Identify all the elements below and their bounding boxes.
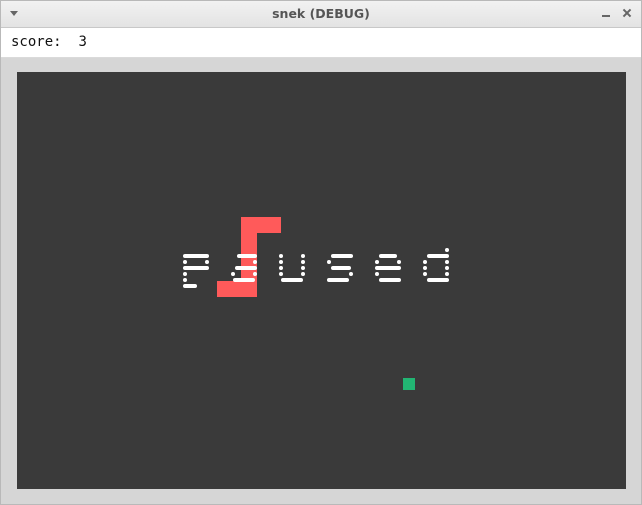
paused-letter-stripe — [427, 278, 449, 282]
paused-letter-stripe — [375, 272, 379, 276]
paused-letter-stripe — [183, 254, 209, 258]
paused-letter-stripe — [423, 272, 427, 276]
paused-letter-stripe — [349, 272, 353, 276]
paused-letter-stripe — [183, 278, 187, 282]
paused-letter-stripe — [233, 278, 255, 282]
paused-letter-stripe — [445, 266, 449, 270]
paused-letter-stripe — [379, 278, 401, 282]
title-bar[interactable]: snek (DEBUG) — [1, 1, 641, 28]
snake-segment — [217, 281, 257, 297]
paused-letter-stripe — [445, 248, 449, 252]
paused-letter-stripe — [279, 266, 283, 270]
paused-letter-stripe — [327, 278, 349, 282]
paused-letter-stripe — [301, 272, 305, 276]
paused-letter-stripe — [183, 272, 187, 276]
paused-letter-stripe — [331, 254, 353, 258]
paused-letter-stripe — [427, 254, 449, 258]
paused-letter-stripe — [183, 284, 197, 288]
paused-letter-stripe — [301, 260, 305, 264]
paused-letter-stripe — [237, 254, 257, 258]
paused-letter-stripe — [423, 260, 427, 264]
paused-letter-stripe — [375, 260, 379, 264]
paused-letter-stripe — [301, 254, 305, 258]
paused-letter-stripe — [445, 260, 449, 264]
paused-letter-stripe — [279, 260, 283, 264]
paused-letter-stripe — [423, 266, 427, 270]
paused-letter-stripe — [253, 272, 257, 276]
close-icon[interactable] — [620, 6, 634, 20]
score-value: 3 — [78, 34, 87, 50]
app-window: snek (DEBUG) score: 3 paused — [0, 0, 642, 505]
score-bar: score: 3 — [1, 28, 641, 58]
window-title: snek (DEBUG) — [272, 6, 370, 21]
score-display: score: 3 — [11, 34, 87, 50]
paused-letter-stripe — [375, 266, 401, 270]
paused-letter-stripe — [331, 266, 351, 270]
score-label: score: — [11, 34, 62, 50]
paused-letter-stripe — [281, 278, 303, 282]
paused-letter-stripe — [253, 260, 257, 264]
minimize-icon[interactable] — [599, 6, 613, 20]
paused-letter-stripe — [183, 260, 187, 264]
game-canvas[interactable]: paused — [17, 72, 626, 489]
paused-letter-stripe — [379, 254, 397, 258]
paused-letter-stripe — [235, 266, 257, 270]
paused-letter-stripe — [327, 260, 331, 264]
paused-letter-stripe — [231, 272, 235, 276]
paused-letter-stripe — [397, 260, 401, 264]
paused-letter-stripe — [183, 266, 209, 270]
paused-letter-stripe — [445, 272, 449, 276]
paused-letter-stripe — [279, 272, 283, 276]
game-board: paused — [183, 217, 449, 390]
paused-letter-stripe — [279, 254, 283, 258]
paused-letter-stripe — [205, 260, 209, 264]
paused-letter-stripe — [301, 266, 305, 270]
food-pellet — [403, 378, 415, 390]
